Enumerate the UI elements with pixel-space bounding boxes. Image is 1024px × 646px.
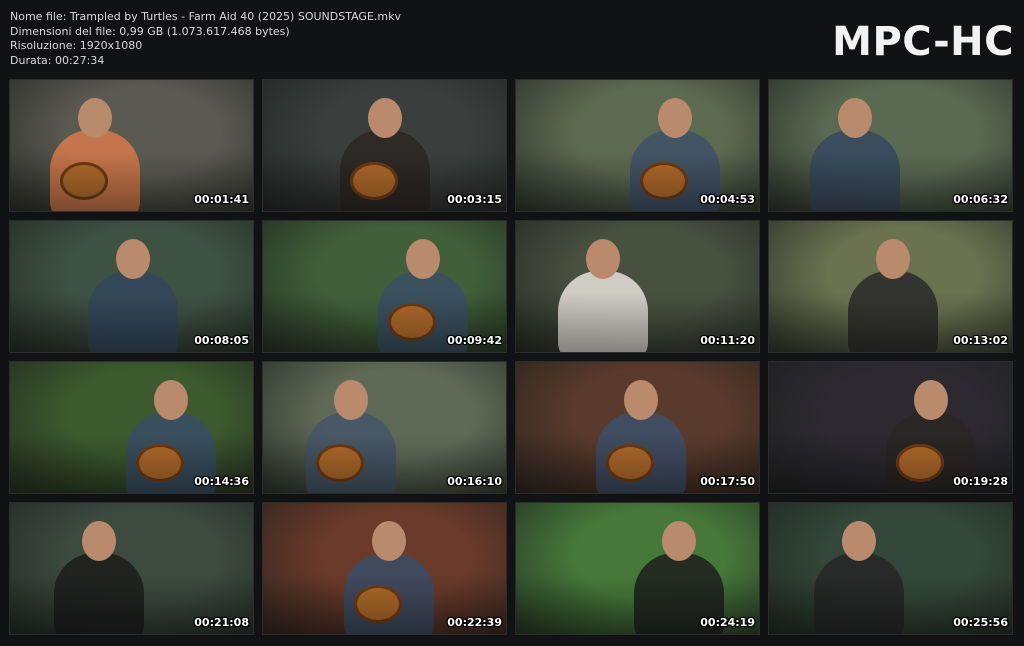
thumbnail-grid: 00:01:41 00:03:15 00:04:53 00:06:32 00:08:05… — [9, 79, 1015, 635]
video-thumbnail: 00:04:53 — [515, 79, 760, 212]
video-thumbnail: 00:09:42 — [262, 220, 507, 353]
timestamp-label: 00:13:02 — [953, 334, 1008, 347]
timestamp-label: 00:21:08 — [194, 616, 249, 629]
video-thumbnail: 00:01:41 — [9, 79, 254, 212]
timestamp-label: 00:25:56 — [953, 616, 1008, 629]
file-size-line: Dimensioni del file: 0,99 GB (1.073.617.… — [10, 24, 290, 38]
video-thumbnail: 00:21:08 — [9, 502, 254, 635]
timestamp-label: 00:11:20 — [700, 334, 755, 347]
timestamp-label: 00:19:28 — [953, 475, 1008, 488]
file-name-line: Nome file: Trampled by Turtles - Farm Ai… — [10, 10, 401, 23]
timestamp-label: 00:16:10 — [447, 475, 502, 488]
performer-head — [624, 380, 658, 420]
performer-head — [658, 98, 692, 138]
resolution-line: Risoluzione: 1920x1080 — [10, 39, 143, 52]
timestamp-label: 00:03:15 — [447, 193, 502, 206]
video-thumbnail: 00:19:28 — [768, 361, 1013, 494]
performer-head — [838, 98, 872, 138]
performer-head — [154, 380, 188, 420]
performer-head — [78, 98, 112, 138]
performer-head — [82, 521, 116, 561]
video-thumbnail: 00:14:36 — [9, 361, 254, 494]
performer-head — [586, 239, 620, 279]
performer-head — [406, 239, 440, 279]
video-thumbnail: 00:25:56 — [768, 502, 1013, 635]
timestamp-label: 00:08:05 — [194, 334, 249, 347]
video-thumbnail: 00:03:15 — [262, 79, 507, 212]
timestamp-label: 00:24:19 — [700, 616, 755, 629]
video-thumbnail: 00:06:32 — [768, 79, 1013, 212]
video-thumbnail: 00:13:02 — [768, 220, 1013, 353]
timestamp-label: 00:17:50 — [700, 475, 755, 488]
performer-head — [116, 239, 150, 279]
file-info: Nome file: Trampled by Turtles - Farm Ai… — [10, 10, 401, 68]
performer-head — [372, 521, 406, 561]
duration-line: Durata: 00:27:34 — [10, 53, 105, 67]
performer-head — [842, 521, 876, 561]
timestamp-label: 00:01:41 — [194, 193, 249, 206]
video-thumbnail: 00:24:19 — [515, 502, 760, 635]
video-thumbnail: 00:08:05 — [9, 220, 254, 353]
brand-logo-text: MPC-HC — [832, 19, 1014, 65]
performer-head — [914, 380, 948, 420]
timestamp-label: 00:14:36 — [194, 475, 249, 488]
video-thumbnail: 00:22:39 — [262, 502, 507, 635]
performer-head — [334, 380, 368, 420]
performer-head — [876, 239, 910, 279]
timestamp-label: 00:06:32 — [953, 193, 1008, 206]
video-thumbnail: 00:16:10 — [262, 361, 507, 494]
video-thumbnail: 00:17:50 — [515, 361, 760, 494]
timestamp-label: 00:09:42 — [447, 334, 502, 347]
performer-head — [662, 521, 696, 561]
timestamp-label: 00:04:53 — [700, 193, 755, 206]
performer-head — [368, 98, 402, 138]
video-thumbnail: 00:11:20 — [515, 220, 760, 353]
timestamp-label: 00:22:39 — [447, 616, 502, 629]
